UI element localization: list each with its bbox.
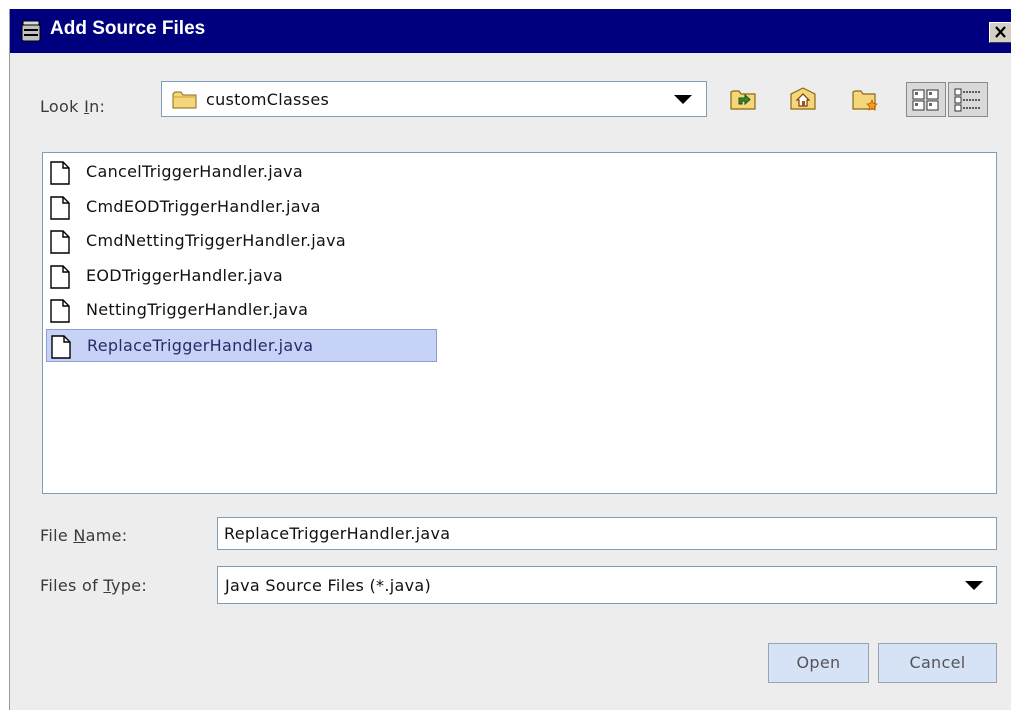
new-folder-icon: [852, 90, 878, 111]
file-type-dropdown[interactable]: Java Source Files (*.java): [217, 566, 997, 604]
file-type-label: Files of Type:: [40, 576, 148, 595]
file-name-text: EODTriggerHandler.java: [86, 265, 283, 285]
file-list-item[interactable]: ReplaceTriggerHandler.java: [46, 328, 437, 362]
folder-icon: [172, 90, 198, 114]
open-button[interactable]: Open: [768, 643, 869, 683]
look-in-value: customClasses: [206, 90, 330, 109]
add-source-files-dialog: Add Source Files Look In: customClasses: [9, 9, 1011, 710]
list-view-button[interactable]: [906, 82, 946, 117]
file-name-text: NettingTriggerHandler.java: [86, 300, 309, 319]
chevron-down-icon[interactable]: [674, 95, 692, 104]
file-list-item[interactable]: CmdEODTriggerHandler.java: [46, 191, 466, 224]
file-list[interactable]: CancelTriggerHandler.java CmdEODTriggerHa…: [42, 152, 997, 494]
home-icon: [790, 87, 816, 110]
up-one-level-button[interactable]: [724, 81, 762, 117]
file-list-item[interactable]: CmdNettingTriggerHandler.java: [46, 225, 466, 258]
file-name-text: CancelTriggerHandler.java: [86, 162, 304, 181]
file-list-item[interactable]: NettingTriggerHandler.java: [46, 294, 466, 327]
details-view-button[interactable]: [948, 82, 988, 117]
list-view-icon: [912, 89, 939, 111]
jar-icon: [20, 20, 42, 42]
file-name-text: CmdNettingTriggerHandler.java: [86, 231, 347, 250]
file-name-input[interactable]: [224, 524, 984, 543]
details-view-icon: [954, 88, 980, 112]
file-icon: [50, 299, 70, 323]
dialog-title: Add Source Files: [50, 18, 206, 39]
file-name-text: ReplaceTriggerHandler.java: [87, 335, 314, 355]
file-name-field[interactable]: [217, 517, 997, 550]
file-list-item[interactable]: EODTriggerHandler.java: [46, 260, 466, 293]
new-folder-button[interactable]: [846, 81, 884, 117]
file-icon: [50, 264, 70, 289]
file-icon: [50, 161, 70, 185]
file-icon: [51, 334, 71, 359]
title-bar[interactable]: Add Source Files: [10, 9, 1011, 53]
file-list-item[interactable]: CancelTriggerHandler.java: [46, 156, 466, 189]
file-icon: [50, 230, 70, 254]
file-name-label: File Name:: [40, 526, 128, 545]
file-name-text: CmdEODTriggerHandler.java: [86, 196, 321, 216]
close-x-icon: [995, 26, 1006, 38]
look-in-dropdown[interactable]: customClasses: [161, 81, 707, 117]
close-button[interactable]: [989, 22, 1011, 43]
look-in-label: Look In:: [40, 97, 106, 116]
home-button[interactable]: [784, 81, 822, 117]
cancel-button[interactable]: Cancel: [878, 643, 997, 683]
file-type-value: Java Source Files (*.java): [225, 576, 432, 595]
folder-up-icon: [730, 90, 756, 110]
file-icon: [50, 195, 70, 220]
chevron-down-icon[interactable]: [965, 581, 983, 590]
